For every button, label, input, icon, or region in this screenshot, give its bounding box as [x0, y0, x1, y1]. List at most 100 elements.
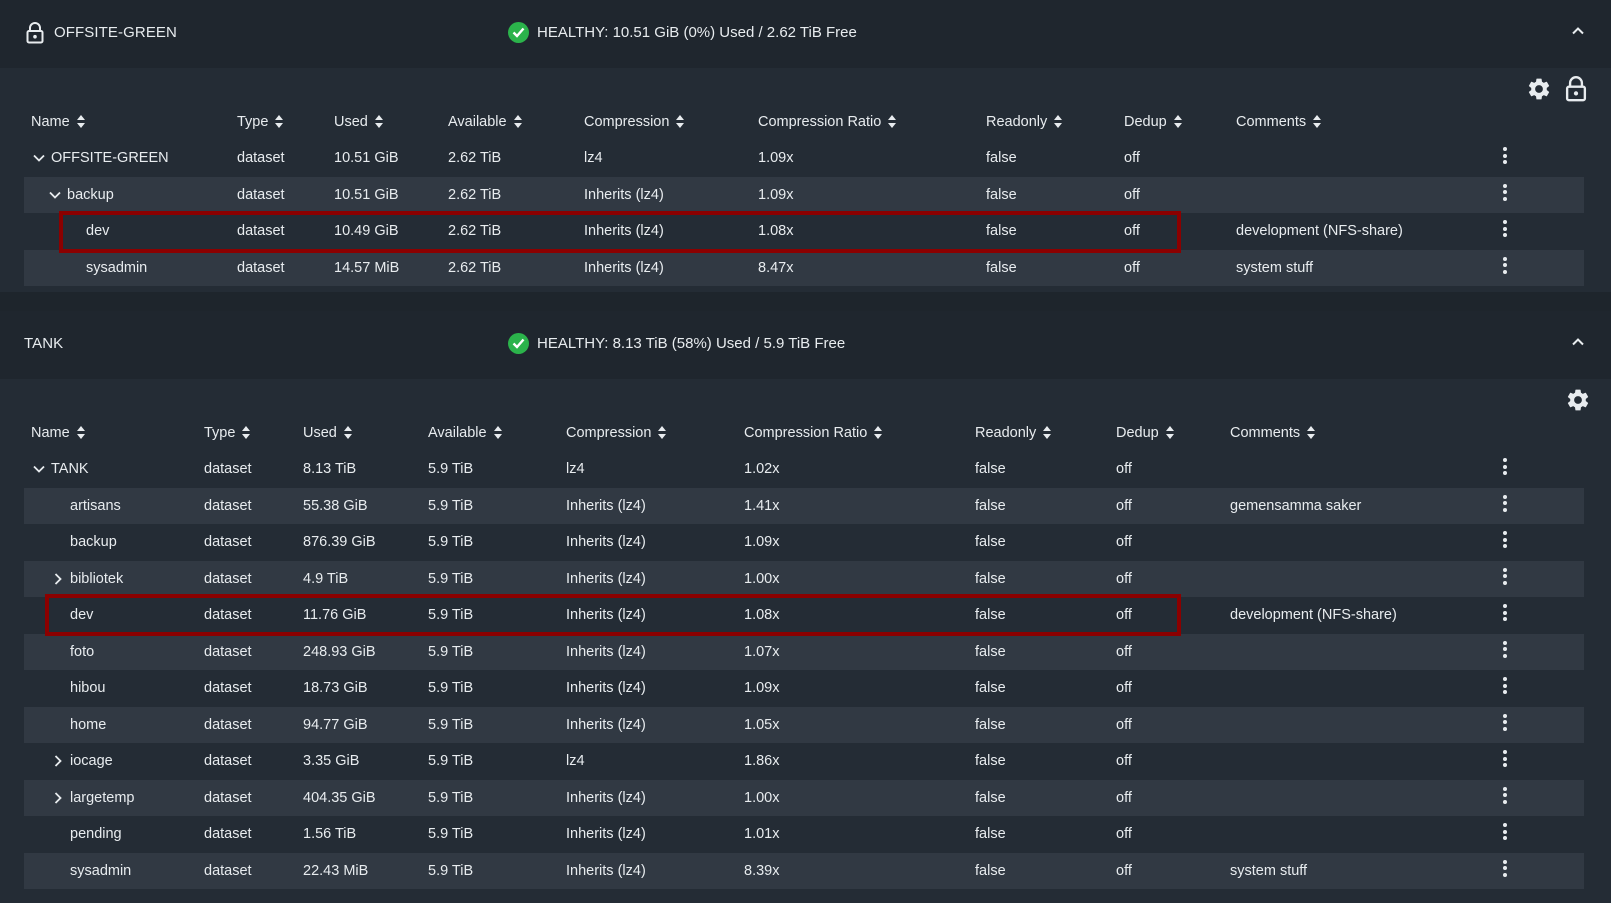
cell-readonly: false — [986, 259, 1017, 276]
pool-health-status: HEALTHY: 10.51 GiB (0%) Used / 2.62 TiB … — [508, 21, 857, 43]
cell-used: 55.38 GiB — [303, 497, 368, 514]
column-header-name[interactable]: Name — [31, 425, 86, 441]
more-vert-icon[interactable] — [1502, 640, 1508, 661]
cell-name: bibliotek — [70, 570, 124, 587]
table-row[interactable]: sysadmin dataset 22.43 MiB 5.9 TiB Inherits … — [24, 852, 1584, 889]
more-vert-icon[interactable] — [1502, 494, 1508, 515]
pool-header[interactable]: TANK HEALTHY: 8.13 TiB (58%) Used / 5.9 … — [0, 311, 1611, 379]
table-row[interactable]: artisans dataset 55.38 GiB 5.9 TiB Inherits … — [24, 487, 1584, 524]
more-vert-icon[interactable] — [1502, 220, 1508, 240]
cell-compression-ratio: 1.09x — [744, 534, 780, 550]
cell-used: 10.51 GiB — [334, 150, 399, 166]
cell-used: 4.9 TiB — [303, 570, 349, 587]
cell-comments: gemensamma saker — [1230, 497, 1362, 514]
table-row[interactable]: backup dataset 10.51 GiB 2.62 TiB Inherits (… — [24, 176, 1584, 213]
more-vert-icon[interactable] — [1502, 750, 1508, 770]
column-header-comments[interactable]: Comments — [1230, 425, 1316, 441]
lock-icon[interactable] — [1565, 76, 1591, 102]
cell-dedup: off — [1124, 259, 1140, 276]
column-header-name[interactable]: Name — [31, 114, 86, 130]
column-header-available[interactable]: Available — [448, 114, 523, 130]
pool-offsite-green: OFFSITE-GREEN HEALTHY: 10.51 GiB (0%) Us… — [0, 0, 1611, 292]
cell-available: 5.9 TiB — [428, 643, 474, 660]
cell-name: TANK — [51, 461, 89, 477]
table-row[interactable]: TANK dataset 8.13 TiB 5.9 TiB lz4 1.02x false o… — [24, 451, 1584, 488]
more-vert-icon[interactable] — [1502, 458, 1508, 478]
table-row[interactable]: home dataset 94.77 GiB 5.9 TiB Inherits (lz4… — [24, 706, 1584, 743]
column-header-readonly[interactable]: Readonly — [975, 425, 1052, 441]
more-vert-icon[interactable] — [1502, 183, 1508, 204]
more-vert-icon[interactable] — [1502, 677, 1508, 697]
chevron-right-icon[interactable] — [51, 572, 65, 586]
column-header-dedup[interactable]: Dedup — [1124, 114, 1183, 130]
cell-name: sysadmin — [70, 862, 132, 879]
more-vert-icon[interactable] — [1502, 256, 1508, 277]
cell-name: OFFSITE-GREEN — [51, 150, 169, 166]
column-header-type[interactable]: Type — [204, 425, 251, 441]
cell-used: 3.35 GiB — [303, 753, 360, 769]
column-header-compression[interactable]: Compression — [584, 114, 685, 130]
column-header-readonly[interactable]: Readonly — [986, 114, 1063, 130]
cell-compression: Inherits (lz4) — [566, 497, 646, 514]
table-row[interactable]: sysadmin dataset 14.57 MiB 2.62 TiB Inherits… — [24, 249, 1584, 286]
sort-icon — [1054, 115, 1063, 129]
sort-icon — [513, 115, 523, 129]
more-vert-icon[interactable] — [1502, 567, 1508, 588]
cell-compression-ratio: 1.09x — [744, 680, 780, 696]
column-header-compression-ratio[interactable]: Compression Ratio — [758, 114, 897, 130]
gear-icon[interactable] — [1526, 76, 1552, 102]
cell-readonly: false — [975, 643, 1006, 660]
cell-used: 18.73 GiB — [303, 680, 368, 696]
column-header-available[interactable]: Available — [428, 425, 503, 441]
chevron-up-icon[interactable] — [1567, 20, 1589, 42]
cell-type: dataset — [204, 643, 252, 660]
column-header-comments[interactable]: Comments — [1236, 114, 1322, 130]
column-header-used[interactable]: Used — [303, 425, 353, 441]
table-row[interactable]: backup dataset 876.39 GiB 5.9 TiB Inherits (… — [24, 524, 1584, 561]
pool-health-status: HEALTHY: 8.13 TiB (58%) Used / 5.9 TiB F… — [508, 332, 845, 354]
column-header-type[interactable]: Type — [237, 114, 284, 130]
column-header-used[interactable]: Used — [334, 114, 384, 130]
sort-icon — [493, 426, 503, 440]
cell-used: 1.56 TiB — [303, 826, 357, 842]
column-header-compression[interactable]: Compression — [566, 425, 667, 441]
column-header-compression-ratio[interactable]: Compression Ratio — [744, 425, 883, 441]
more-vert-icon[interactable] — [1502, 786, 1508, 807]
more-vert-icon[interactable] — [1502, 531, 1508, 551]
cell-name: backup — [70, 534, 117, 550]
gear-icon[interactable] — [1565, 387, 1591, 413]
cell-readonly: false — [975, 680, 1006, 696]
table-header: Name Type Used Available Compression Com… — [24, 104, 1584, 140]
cell-compression: Inherits (lz4) — [566, 680, 646, 696]
cell-available: 2.62 TiB — [448, 150, 502, 166]
chevron-down-icon[interactable] — [32, 151, 46, 165]
chevron-right-icon[interactable] — [51, 791, 65, 805]
more-vert-icon[interactable] — [1502, 713, 1508, 734]
sort-icon — [1173, 115, 1183, 129]
table-row[interactable]: bibliotek dataset 4.9 TiB 5.9 TiB Inherits (… — [24, 560, 1584, 597]
more-vert-icon[interactable] — [1502, 604, 1508, 624]
column-header-dedup[interactable]: Dedup — [1116, 425, 1175, 441]
cell-available: 5.9 TiB — [428, 826, 474, 842]
pool-header[interactable]: OFFSITE-GREEN HEALTHY: 10.51 GiB (0%) Us… — [0, 0, 1611, 68]
more-vert-icon[interactable] — [1502, 147, 1508, 167]
highlight-box — [45, 594, 1181, 636]
table-row[interactable]: pending dataset 1.56 TiB 5.9 TiB Inherits (l… — [24, 816, 1584, 853]
sort-icon — [1307, 426, 1316, 440]
chevron-up-icon[interactable] — [1567, 331, 1589, 353]
table-row[interactable]: hibou dataset 18.73 GiB 5.9 TiB Inherits (lz… — [24, 670, 1584, 707]
cell-used: 248.93 GiB — [303, 643, 376, 660]
table-row[interactable]: largetemp dataset 404.35 GiB 5.9 TiB Inherit… — [24, 779, 1584, 816]
more-vert-icon[interactable] — [1502, 823, 1508, 843]
cell-dedup: off — [1116, 534, 1132, 550]
cell-available: 2.62 TiB — [448, 186, 502, 203]
chevron-right-icon[interactable] — [51, 754, 65, 768]
more-vert-icon[interactable] — [1502, 859, 1508, 880]
cell-name: sysadmin — [86, 259, 148, 276]
table-row[interactable]: OFFSITE-GREEN dataset 10.51 GiB 2.62 TiB lz4… — [24, 140, 1584, 177]
chevron-down-icon[interactable] — [32, 462, 46, 476]
table-row[interactable]: foto dataset 248.93 GiB 5.9 TiB Inherits (lz… — [24, 633, 1584, 670]
chevron-down-icon[interactable] — [48, 188, 62, 202]
table-row[interactable]: iocage dataset 3.35 GiB 5.9 TiB lz4 1.86x fals… — [24, 743, 1584, 780]
cell-available: 5.9 TiB — [428, 716, 474, 733]
